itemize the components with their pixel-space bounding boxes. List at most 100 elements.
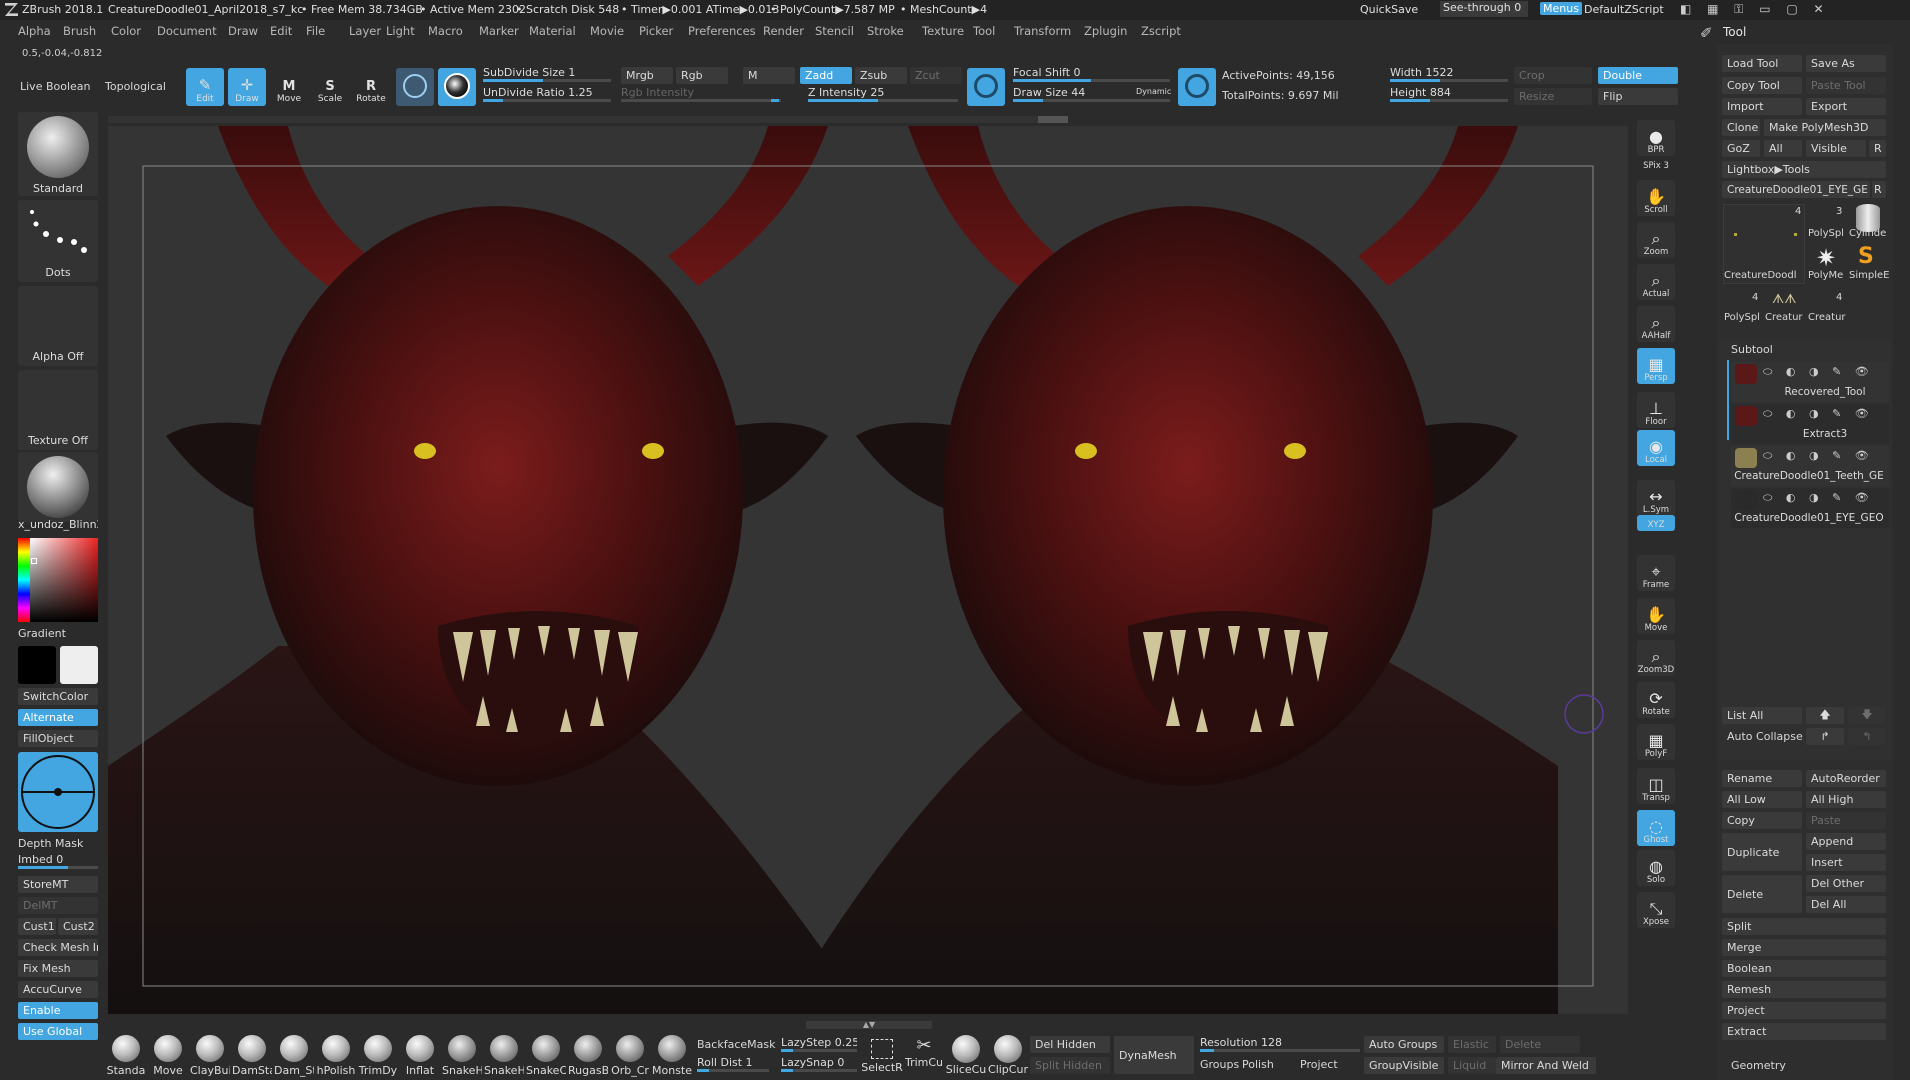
ghost-button[interactable]: ◌ Ghost (1637, 810, 1675, 846)
brush-3[interactable]: DamSta (232, 1035, 272, 1077)
scale-button[interactable]: S Scale (311, 68, 349, 106)
brush-1[interactable]: Move (148, 1035, 188, 1077)
menu-edit[interactable]: Edit (270, 24, 292, 38)
all-button[interactable]: All (1764, 140, 1802, 157)
mirror-weld-button[interactable]: Mirror And Weld (1496, 1057, 1596, 1074)
menu-draw[interactable]: Draw (228, 24, 258, 38)
lazystep-slider[interactable]: LazyStep 0.25 (781, 1036, 857, 1052)
subtool-toggle-icons[interactable]: ⬭ ◐ ◑ ✎ 👁 (1763, 407, 1874, 421)
xyz-button[interactable]: XYZ (1637, 515, 1675, 531)
delmt-button[interactable]: DelMT (18, 897, 98, 914)
current-tool-slider[interactable]: CreatureDoodle01_EYE_GE (1722, 181, 1870, 198)
brush-10[interactable]: SnakeC (526, 1035, 566, 1077)
remesh-button[interactable]: Remesh (1722, 981, 1886, 998)
menu-picker[interactable]: Picker (639, 24, 673, 38)
subtool-header[interactable]: Subtool (1731, 343, 1773, 356)
goz-button[interactable]: GoZ (1722, 140, 1760, 157)
autoreorder-button[interactable]: AutoReorder (1806, 770, 1886, 787)
cust2-button[interactable]: Cust2 (58, 918, 98, 935)
brush-8[interactable]: SnakeH (442, 1035, 482, 1077)
brush-4[interactable]: Dam_St (274, 1035, 314, 1077)
menu-marker[interactable]: Marker (479, 24, 519, 38)
resize-button[interactable]: Resize (1514, 88, 1592, 105)
undivide-ratio-slider[interactable]: UnDivide Ratio 1.25 (483, 86, 611, 102)
frame-button[interactable]: ⌖ Frame (1637, 555, 1675, 591)
menu-tool[interactable]: Tool (973, 24, 995, 38)
split-button[interactable]: Split (1722, 918, 1886, 935)
save-as-button[interactable]: Save As (1806, 55, 1886, 72)
draw-button[interactable]: ✛ Draw (228, 68, 266, 106)
subtool-row[interactable]: ⬭ ◐ ◑ ✎ 👁 Recovered_Tool (1731, 362, 1889, 402)
zsub-button[interactable]: Zsub (855, 67, 907, 84)
canvas-bottom-handle[interactable]: ▲▼ (806, 1021, 932, 1029)
menu-light[interactable]: Light (386, 24, 415, 38)
duplicate-button[interactable]: Duplicate (1722, 833, 1802, 871)
move-up-button[interactable]: 🡅 (1806, 707, 1844, 724)
auto-groups-button[interactable]: Auto Groups (1364, 1036, 1444, 1053)
cust1-button[interactable]: Cust1 (18, 918, 56, 935)
menus-toggle[interactable]: Menus (1540, 2, 1582, 15)
menu-render[interactable]: Render (763, 24, 804, 38)
all-low-button[interactable]: All Low (1722, 791, 1802, 808)
imbed-slider[interactable]: Imbed 0 (18, 853, 98, 869)
copy-tool-button[interactable]: Copy Tool (1722, 77, 1802, 94)
zoom3d-button[interactable]: ⌕ Zoom3D (1637, 640, 1675, 676)
list-all-button[interactable]: List All (1722, 707, 1802, 724)
local-button[interactable]: ◉ Local (1637, 430, 1675, 466)
menu-file[interactable]: File (306, 24, 325, 38)
m-button[interactable]: M (743, 67, 795, 84)
secondary-color-swatch[interactable] (60, 646, 98, 684)
window-controls[interactable]: ◧ ▦ ⚿ ▭ ▢ ✕ (1680, 2, 1830, 17)
slicecurve-button[interactable]: SliceCu (946, 1035, 986, 1077)
export-button[interactable]: Export (1806, 98, 1886, 115)
edit-button[interactable]: ✎ Edit (186, 68, 224, 106)
groups-label[interactable]: Groups (1200, 1058, 1239, 1071)
menu-macro[interactable]: Macro (428, 24, 463, 38)
paste-tool-button[interactable]: Paste Tool (1806, 77, 1886, 94)
resolution-slider[interactable]: Resolution 128 (1200, 1036, 1360, 1052)
solo-button[interactable]: ◍ Solo (1637, 850, 1675, 886)
main-color-swatch[interactable] (18, 646, 56, 684)
viewport-canvas[interactable] (108, 126, 1628, 1014)
trimcurve-button[interactable]: ✂ TrimCu (904, 1035, 944, 1077)
insert-button[interactable]: Insert (1806, 854, 1886, 871)
double-button[interactable]: Double (1598, 67, 1678, 84)
menu-preferences[interactable]: Preferences (688, 24, 756, 38)
del-all-button[interactable]: Del All (1806, 896, 1886, 913)
enable-button[interactable]: Enable (18, 1002, 98, 1019)
extract-button[interactable]: Extract (1722, 1023, 1886, 1040)
paste-subtool-button[interactable]: Paste (1806, 812, 1886, 829)
delete-button[interactable]: Delete (1722, 875, 1802, 913)
topological-button[interactable]: Topological (105, 80, 166, 93)
menu-stencil[interactable]: Stencil (815, 24, 854, 38)
aahalf-button[interactable]: ⌕ AAHalf (1637, 306, 1675, 342)
backface-mask-button[interactable]: BackfaceMask (697, 1038, 775, 1051)
move-button[interactable]: ✋ Move (1637, 598, 1675, 634)
menu-document[interactable]: Document (157, 24, 217, 38)
brush-7[interactable]: Inflat (400, 1035, 440, 1077)
lightbox-tools-button[interactable]: Lightbox▶Tools (1722, 161, 1886, 178)
menu-transform[interactable]: Transform (1014, 24, 1071, 38)
menu-brush[interactable]: Brush (63, 24, 96, 38)
default-zscript-button[interactable]: DefaultZScript (1584, 3, 1664, 16)
project-button[interactable]: Project (1722, 1002, 1886, 1019)
xpose-button[interactable]: ⤡ Xpose (1637, 892, 1675, 928)
depth-mask-curve[interactable] (18, 752, 98, 832)
brush-2[interactable]: ClayBui (190, 1035, 230, 1077)
selectrect-button[interactable]: SelectR (861, 1035, 903, 1077)
zadd-button[interactable]: Zadd (800, 67, 852, 84)
persp-button[interactable]: ▦ Persp (1637, 348, 1675, 384)
move-down-button[interactable]: 🡇 (1848, 707, 1886, 724)
fix-mesh-button[interactable]: Fix Mesh (18, 960, 98, 977)
subdivide-size-slider[interactable]: SubDivide Size 1 (483, 66, 611, 82)
zcut-button[interactable]: Zcut (910, 67, 962, 84)
scroll-button[interactable]: ✋ Scroll (1637, 180, 1675, 216)
spix-button[interactable]: SPix 3 (1637, 158, 1675, 172)
brush-0[interactable]: Standa (106, 1035, 146, 1077)
actual-button[interactable]: ⌕ Actual (1637, 264, 1675, 300)
append-button[interactable]: Append (1806, 833, 1886, 850)
delete-bottom-button[interactable]: Delete (1500, 1036, 1580, 1053)
visible-button[interactable]: Visible (1806, 140, 1866, 157)
rename-button[interactable]: Rename (1722, 770, 1802, 787)
del-hidden-button[interactable]: Del Hidden (1030, 1036, 1110, 1053)
